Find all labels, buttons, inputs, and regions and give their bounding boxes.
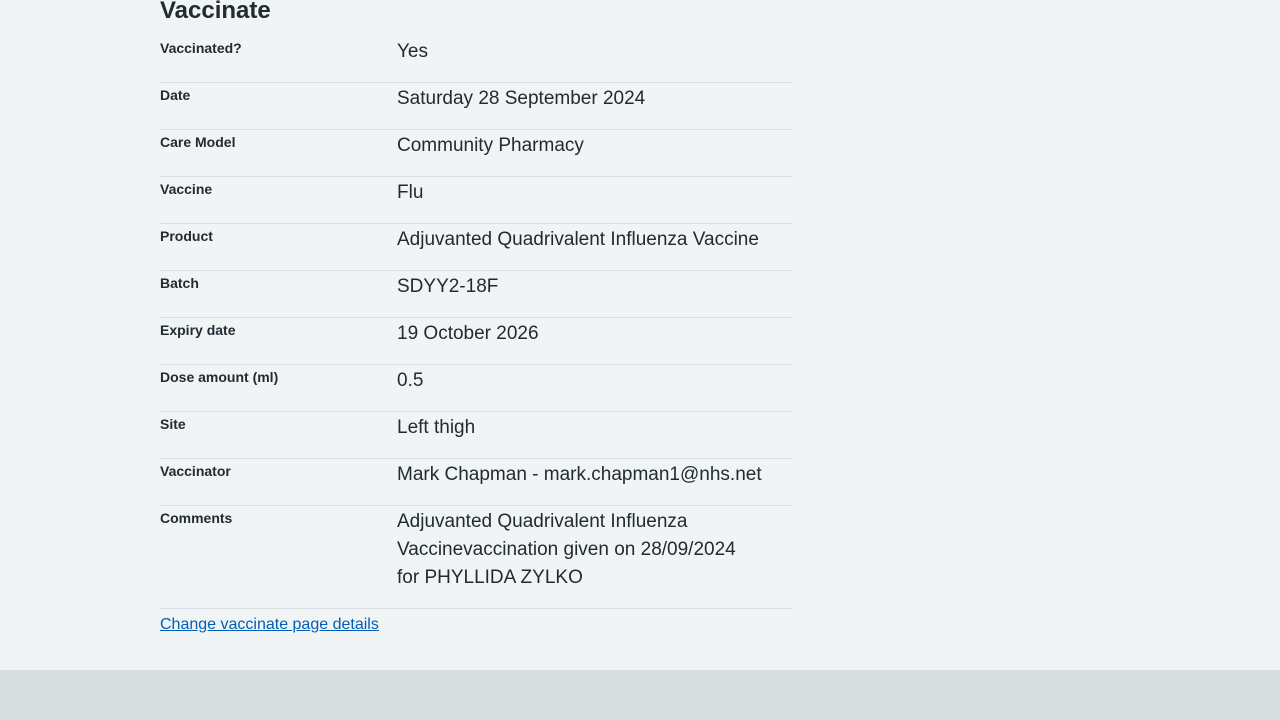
summary-key: Vaccinated?	[160, 40, 242, 56]
page-footer	[0, 670, 1280, 720]
summary-value: Left thigh	[397, 417, 476, 438]
summary-key: Site	[160, 416, 186, 432]
summary-row-comments: Comments Adjuvanted Quadrivalent Influen…	[160, 506, 792, 609]
summary-row-dose-amount: Dose amount (ml) 0.5	[160, 365, 792, 412]
summary-row-vaccine: Vaccine Flu	[160, 177, 792, 224]
summary-key: Date	[160, 87, 191, 103]
summary-value: 0.5	[397, 370, 424, 391]
summary-value: Yes	[397, 41, 428, 62]
summary-key: Comments	[160, 510, 233, 526]
summary-row-vaccinator: Vaccinator Mark Chapman - mark.chapman1@…	[160, 459, 792, 506]
summary-key: Care Model	[160, 134, 236, 150]
main-content: Vaccinate Vaccinated? Yes Date Saturday …	[160, 0, 792, 635]
summary-row-product: Product Adjuvanted Quadrivalent Influenz…	[160, 224, 792, 271]
summary-value: Adjuvanted Quadrivalent Influenza Vaccin…	[397, 229, 759, 250]
summary-key: Batch	[160, 275, 199, 291]
summary-value: SDYY2-18F	[397, 276, 499, 297]
summary-row-batch: Batch SDYY2-18F	[160, 271, 792, 318]
summary-list: Vaccinated? Yes Date Saturday 28 Septemb…	[160, 38, 792, 609]
summary-row-vaccinated: Vaccinated? Yes	[160, 38, 792, 83]
summary-row-care-model: Care Model Community Pharmacy	[160, 130, 792, 177]
summary-value: Mark Chapman - mark.chapman1@nhs.net	[397, 464, 762, 485]
summary-row-date: Date Saturday 28 September 2024	[160, 83, 792, 130]
change-vaccinate-details-link[interactable]: Change vaccinate page details	[160, 615, 379, 635]
summary-value: Saturday 28 September 2024	[397, 88, 646, 109]
section-heading: Vaccinate	[160, 0, 271, 24]
summary-key: Vaccine	[160, 181, 213, 197]
summary-value: Community Pharmacy	[397, 135, 584, 156]
summary-value: 19 October 2026	[397, 323, 539, 344]
summary-value: Flu	[397, 182, 424, 203]
page: Vaccinate Vaccinated? Yes Date Saturday …	[0, 0, 1280, 720]
summary-key: Expiry date	[160, 322, 236, 338]
summary-row-expiry-date: Expiry date 19 October 2026	[160, 318, 792, 365]
summary-row-site: Site Left thigh	[160, 412, 792, 459]
summary-key: Dose amount (ml)	[160, 369, 279, 385]
summary-key: Vaccinator	[160, 463, 231, 479]
summary-value: Adjuvanted Quadrivalent Influenza Vaccin…	[397, 511, 736, 588]
summary-key: Product	[160, 228, 213, 244]
